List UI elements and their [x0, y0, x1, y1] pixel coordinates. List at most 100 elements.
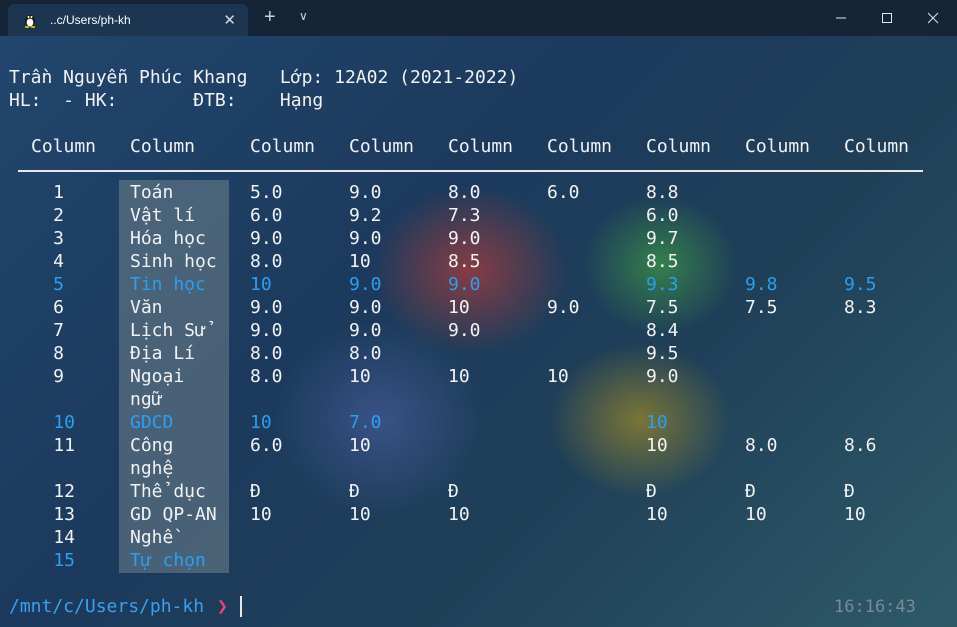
column-header: Column — [448, 136, 514, 157]
score-cell: 8.8 — [646, 182, 679, 203]
column-header: Column — [745, 136, 811, 157]
subject-name: Công — [130, 435, 174, 456]
score-cell: 6.0 — [250, 205, 283, 226]
column-header: Column — [547, 136, 613, 157]
score-cell: 10 — [349, 435, 371, 456]
row-number: 12 — [53, 481, 75, 502]
score-cell: 9.0 — [448, 274, 481, 295]
score-cell: 9.0 — [448, 228, 481, 249]
score-cell: 8.3 — [844, 297, 877, 318]
score-cell: 9.0 — [250, 320, 283, 341]
score-cell: 9.8 — [745, 274, 778, 295]
title-bar: ..c/Users/ph-kh ✕ + ∨ — [0, 0, 957, 36]
score-cell: 9.0 — [547, 297, 580, 318]
new-tab-button[interactable]: + — [264, 6, 276, 29]
text-cursor[interactable] — [240, 596, 242, 617]
score-cell: 7.0 — [349, 412, 382, 433]
score-cell: 10 — [349, 504, 371, 525]
score-cell: 10 — [646, 412, 668, 433]
score-cell: 9.5 — [646, 343, 679, 364]
score-cell: 9.0 — [448, 320, 481, 341]
row-number: 1 — [53, 182, 64, 203]
score-cell: 9.0 — [349, 274, 382, 295]
subject-name: Nghề — [130, 527, 174, 548]
row-number: 11 — [53, 435, 75, 456]
row-number: 3 — [53, 228, 64, 249]
close-button[interactable] — [910, 0, 956, 36]
score-cell: 7.5 — [745, 297, 778, 318]
score-cell: 9.0 — [349, 320, 382, 341]
score-cell: 8.0 — [250, 251, 283, 272]
close-icon — [927, 12, 939, 24]
row-number: 13 — [53, 504, 75, 525]
score-cell: 6.0 — [250, 435, 283, 456]
score-cell: 10 — [646, 504, 668, 525]
column-header: Column — [250, 136, 316, 157]
subject-name: ngữ — [130, 389, 163, 410]
score-cell: 9.0 — [349, 182, 382, 203]
subject-name: Địa Lí — [130, 343, 196, 364]
subject-name: Lịch Sử — [130, 320, 206, 341]
row-number: 5 — [53, 274, 64, 295]
score-cell: 10 — [646, 435, 668, 456]
column-header: Column — [349, 136, 415, 157]
score-cell: Đ — [844, 481, 855, 502]
score-cell: 9.3 — [646, 274, 679, 295]
score-cell: Đ — [745, 481, 756, 502]
column-header: Column — [646, 136, 712, 157]
score-cell: 10 — [448, 504, 470, 525]
score-cell: 9.7 — [646, 228, 679, 249]
score-cell: Đ — [646, 481, 657, 502]
score-cell: 9.0 — [250, 297, 283, 318]
minimize-icon — [836, 17, 846, 19]
maximize-button[interactable] — [864, 0, 910, 36]
header-divider — [18, 170, 923, 172]
score-cell: 8.4 — [646, 320, 679, 341]
score-cell: 10 — [448, 366, 470, 387]
score-cell: 6.0 — [547, 182, 580, 203]
subject-name: Toán — [130, 182, 174, 203]
student-info-line: Trần Nguyễn Phúc Khang Lớp: 12A02 (2021-… — [9, 67, 519, 88]
row-number: 10 — [53, 412, 75, 433]
row-number: 14 — [53, 527, 75, 548]
score-cell: 10 — [250, 274, 272, 295]
score-cell: 9.0 — [646, 366, 679, 387]
score-cell: Đ — [448, 481, 459, 502]
score-cell: 10 — [547, 366, 569, 387]
terminal-tab[interactable]: ..c/Users/ph-kh ✕ — [8, 4, 248, 36]
subject-name: Vật lí — [130, 205, 196, 226]
score-cell: 8.0 — [250, 366, 283, 387]
subject-name: Tự chọn — [130, 550, 206, 571]
score-cell: Đ — [250, 481, 261, 502]
linux-penguin-icon — [22, 12, 38, 28]
score-cell: 10 — [250, 504, 272, 525]
row-number: 9 — [53, 366, 64, 387]
score-cell: 8.0 — [448, 182, 481, 203]
score-cell: 8.0 — [250, 343, 283, 364]
score-cell: 9.5 — [844, 274, 877, 295]
tab-close-icon[interactable]: ✕ — [223, 11, 236, 29]
score-cell: 10 — [250, 412, 272, 433]
tab-dropdown-chevron-icon[interactable]: ∨ — [299, 9, 308, 23]
score-cell: 9.0 — [250, 228, 283, 249]
score-cell: 10 — [448, 297, 470, 318]
score-cell: 8.5 — [646, 251, 679, 272]
score-cell: 10 — [349, 251, 371, 272]
score-cell: 9.0 — [349, 228, 382, 249]
score-cell: 5.0 — [250, 182, 283, 203]
subject-name: Hóa học — [130, 228, 206, 249]
row-number: 6 — [53, 297, 64, 318]
score-cell: 8.0 — [745, 435, 778, 456]
row-number: 4 — [53, 251, 64, 272]
score-cell: 9.0 — [349, 297, 382, 318]
column-header: Column — [130, 136, 196, 157]
maximize-icon — [882, 13, 892, 23]
subject-name: Sinh học — [130, 251, 217, 272]
subject-name: GDCD — [130, 412, 174, 433]
tab-title: ..c/Users/ph-kh — [50, 13, 131, 27]
minimize-button[interactable] — [818, 0, 864, 36]
row-number: 8 — [53, 343, 64, 364]
column-header: Column — [844, 136, 910, 157]
subject-name: Thể dục — [130, 481, 206, 502]
score-cell: 6.0 — [646, 205, 679, 226]
